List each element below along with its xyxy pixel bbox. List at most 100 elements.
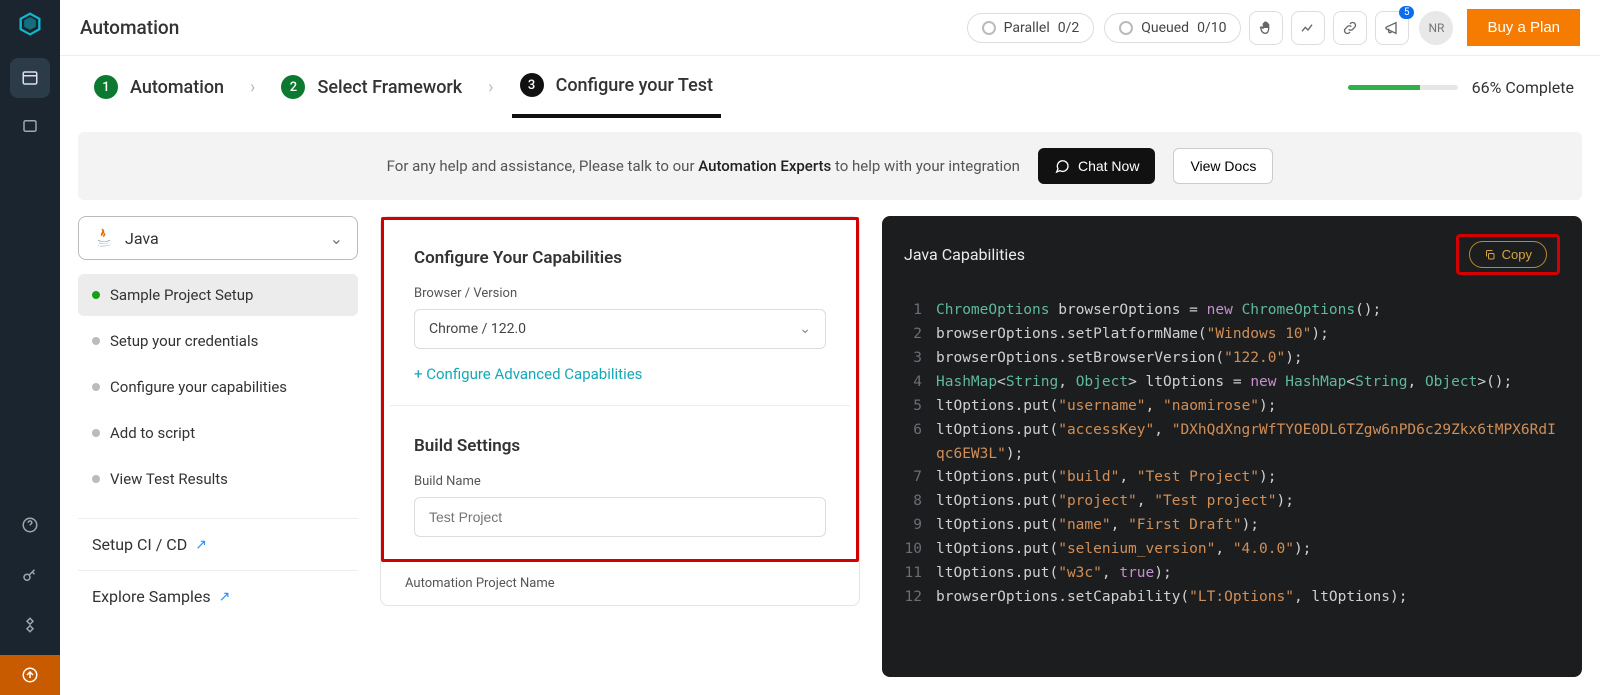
line-number: 10 — [902, 538, 936, 562]
browser-label: Browser / Version — [414, 286, 826, 301]
code-text: browserOptions.setBrowserVersion("122.0"… — [936, 347, 1303, 371]
code-text: browserOptions.setCapability("LT:Options… — [936, 586, 1407, 610]
code-text: ltOptions.put("selenium_version", "4.0.0… — [936, 538, 1311, 562]
help-icon — [21, 516, 39, 534]
chat-icon — [1054, 158, 1070, 174]
sidebar-item-view-results[interactable]: View Test Results — [78, 458, 358, 500]
code-line: 7ltOptions.put("build", "Test Project"); — [902, 466, 1562, 490]
setup-ci-cd-link[interactable]: Setup CI / CD ↗ — [78, 518, 358, 570]
code-text: ltOptions.put("accessKey", "DXhQdXngrWfT… — [936, 419, 1562, 467]
megaphone-icon — [1384, 20, 1400, 36]
up-arrow-icon — [21, 666, 39, 684]
browser-select[interactable]: Chrome / 122.0 ⌄ — [414, 309, 826, 349]
progress-bar — [1348, 85, 1458, 90]
line-number: 7 — [902, 466, 936, 490]
chevron-right-icon: › — [488, 77, 493, 98]
step-label: Automation — [130, 77, 224, 98]
code-text: ltOptions.put("build", "Test Project"); — [936, 466, 1276, 490]
key-icon — [21, 566, 39, 584]
buy-plan-button[interactable]: Buy a Plan — [1467, 9, 1580, 46]
line-number: 6 — [902, 419, 936, 467]
rail-item-settings[interactable] — [10, 605, 50, 645]
toolbar-notifications[interactable]: 5 — [1375, 11, 1409, 45]
advanced-capabilities-link[interactable]: + Configure Advanced Capabilities — [414, 365, 642, 383]
code-line: 10ltOptions.put("selenium_version", "4.0… — [902, 538, 1562, 562]
queued-pill[interactable]: Queued 0/10 — [1104, 13, 1241, 43]
sidebar-item-credentials[interactable]: Setup your credentials — [78, 320, 358, 362]
help-text: For any help and assistance, Please talk… — [387, 157, 1020, 175]
chat-now-button[interactable]: Chat Now — [1038, 148, 1155, 184]
code-line: 12browserOptions.setCapability("LT:Optio… — [902, 586, 1562, 610]
help-banner: For any help and assistance, Please talk… — [78, 132, 1582, 200]
step-number: 3 — [520, 73, 544, 97]
capabilities-title: Configure Your Capabilities — [414, 248, 826, 268]
step-configure[interactable]: 3 Configure your Test — [512, 56, 721, 118]
line-number: 2 — [902, 323, 936, 347]
sidebar-item-add-script[interactable]: Add to script — [78, 412, 358, 454]
queued-count: 0/10 — [1197, 20, 1226, 36]
avatar[interactable]: NR — [1419, 11, 1453, 45]
line-number: 3 — [902, 347, 936, 371]
step-number: 1 — [94, 75, 118, 99]
code-body[interactable]: 1ChromeOptions browserOptions = new Chro… — [882, 293, 1582, 677]
line-number: 11 — [902, 562, 936, 586]
java-icon — [93, 227, 115, 249]
code-text: ChromeOptions browserOptions = new Chrom… — [936, 299, 1381, 323]
rail-item-panel[interactable] — [10, 106, 50, 146]
explore-samples-link[interactable]: Explore Samples ↗ — [78, 570, 358, 622]
chevron-right-icon: › — [250, 77, 255, 98]
step-label: Select Framework — [317, 77, 462, 98]
queued-label: Queued — [1141, 20, 1189, 36]
code-text: ltOptions.put("w3c", true); — [936, 562, 1172, 586]
step-automation[interactable]: 1 Automation — [86, 56, 232, 118]
line-number: 4 — [902, 371, 936, 395]
line-number: 5 — [902, 395, 936, 419]
step-label: Configure your Test — [556, 75, 713, 96]
code-line: 2browserOptions.setPlatformName("Windows… — [902, 323, 1562, 347]
code-line: 11ltOptions.put("w3c", true); — [902, 562, 1562, 586]
rail-item-dashboard[interactable] — [10, 58, 50, 98]
progress-label: 66% Complete — [1472, 78, 1574, 97]
dot-icon — [92, 337, 100, 345]
copy-button[interactable]: Copy — [1469, 241, 1547, 268]
dot-icon — [92, 429, 100, 437]
line-number: 1 — [902, 299, 936, 323]
parallel-pill[interactable]: Parallel 0/2 — [967, 13, 1095, 43]
build-name-input[interactable] — [414, 497, 826, 537]
sidebar-item-sample-setup[interactable]: Sample Project Setup — [78, 274, 358, 316]
chevron-down-icon: ⌄ — [799, 321, 811, 337]
code-line: 5ltOptions.put("username", "naomirose"); — [902, 395, 1562, 419]
steps-list: Sample Project Setup Setup your credenti… — [78, 274, 358, 500]
code-title: Java Capabilities — [904, 245, 1025, 264]
line-number: 12 — [902, 586, 936, 610]
toolbar-icon-3[interactable] — [1333, 11, 1367, 45]
rail-item-upgrade[interactable] — [0, 655, 60, 695]
line-number: 8 — [902, 490, 936, 514]
language-select[interactable]: Java ⌄ — [78, 216, 358, 260]
rail-item-help[interactable] — [10, 505, 50, 545]
parallel-count: 0/2 — [1058, 20, 1080, 36]
dot-icon — [92, 383, 100, 391]
circle-icon — [1119, 21, 1133, 35]
diamond-icon — [21, 616, 39, 634]
rail-item-key[interactable] — [10, 555, 50, 595]
code-line: 4HashMap<String, Object> ltOptions = new… — [902, 371, 1562, 395]
external-link-icon: ↗ — [219, 589, 231, 605]
code-line: 6ltOptions.put("accessKey", "DXhQdXngrWf… — [902, 419, 1562, 467]
line-number: 9 — [902, 514, 936, 538]
step-framework[interactable]: 2 Select Framework — [273, 56, 470, 118]
code-text: browserOptions.setPlatformName("Windows … — [936, 323, 1329, 347]
build-settings-title: Build Settings — [414, 436, 826, 456]
logo-icon — [16, 10, 44, 38]
topbar: Automation Parallel 0/2 Queued 0/10 5 NR… — [60, 0, 1600, 56]
view-docs-button[interactable]: View Docs — [1173, 148, 1273, 184]
page-title: Automation — [80, 16, 179, 39]
left-rail — [0, 0, 60, 695]
sidebar-item-capabilities[interactable]: Configure your capabilities — [78, 366, 358, 408]
code-text: ltOptions.put("username", "naomirose"); — [936, 395, 1277, 419]
build-name-label: Build Name — [414, 474, 826, 489]
notification-badge: 5 — [1399, 6, 1415, 19]
circle-icon — [982, 21, 996, 35]
toolbar-icon-2[interactable] — [1291, 11, 1325, 45]
toolbar-icon-1[interactable] — [1249, 11, 1283, 45]
